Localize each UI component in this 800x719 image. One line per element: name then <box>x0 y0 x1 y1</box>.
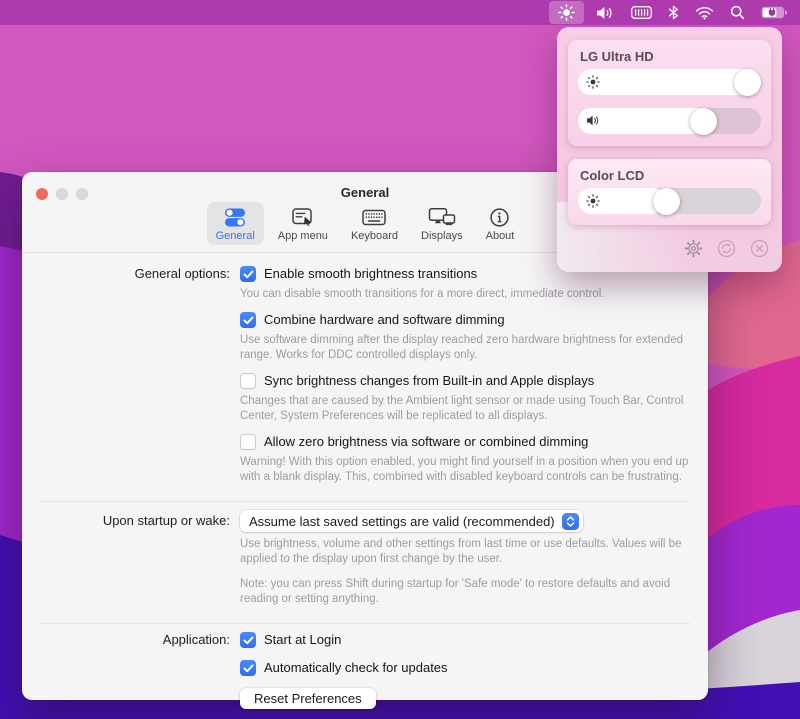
slider-knob[interactable] <box>690 108 717 135</box>
checkbox-row-zero-brightness: Allow zero brightness via software or co… <box>240 434 692 450</box>
display-card-lg-ultra-hd: LG Ultra HD <box>568 40 771 146</box>
divider <box>40 623 690 624</box>
checkbox[interactable] <box>240 373 256 389</box>
checkbox-label[interactable]: Start at Login <box>264 632 341 648</box>
option-description: Use software dimming after the display r… <box>240 333 692 363</box>
sun-icon <box>586 75 600 94</box>
slider-knob[interactable] <box>734 69 761 96</box>
settings-gear-icon[interactable] <box>684 239 703 263</box>
keyboard-backlight-icon[interactable] <box>631 6 652 19</box>
display-card-color-lcd: Color LCD <box>568 159 771 225</box>
checkbox[interactable] <box>240 434 256 450</box>
tab-displays[interactable]: Displays <box>412 202 472 245</box>
section-label-startup: Upon startup or wake: <box>22 510 240 617</box>
wifi-icon[interactable] <box>695 6 714 20</box>
option-description: Warning! With this option enabled, you m… <box>240 455 692 485</box>
zoom-button[interactable] <box>76 188 88 200</box>
startup-note: Note: you can press Shift during startup… <box>240 577 692 607</box>
displays-icon <box>428 206 456 229</box>
battery-charging-icon[interactable] <box>761 6 788 19</box>
option-description: Changes that are caused by the Ambient l… <box>240 394 692 424</box>
refresh-icon[interactable] <box>717 239 736 263</box>
sun-icon <box>586 194 600 213</box>
search-icon[interactable] <box>730 5 745 20</box>
speaker-icon <box>586 114 600 132</box>
divider <box>40 501 690 502</box>
volume-icon[interactable] <box>596 6 615 20</box>
tab-label: Keyboard <box>351 230 398 242</box>
brightness-popover: LG Ultra HD <box>557 27 782 272</box>
checkbox-label[interactable]: Allow zero brightness via software or co… <box>264 434 588 450</box>
tab-label: App menu <box>278 230 328 242</box>
tab-label: Displays <box>421 230 463 242</box>
traffic-lights <box>36 188 88 200</box>
settings-content: General options: Enable smooth brightnes… <box>22 253 708 709</box>
tab-app-menu[interactable]: App menu <box>269 202 337 245</box>
display-name: LG Ultra HD <box>568 40 771 64</box>
startup-dropdown[interactable]: Assume last saved settings are valid (re… <box>240 510 583 532</box>
app-menu-icon <box>291 206 315 229</box>
startup-description: Use brightness, volume and other setting… <box>240 537 692 567</box>
checkbox[interactable] <box>240 312 256 328</box>
checkbox-label[interactable]: Sync brightness changes from Built-in an… <box>264 373 594 389</box>
checkbox-row-combine-dimming: Combine hardware and software dimming <box>240 312 692 328</box>
stepper-icon <box>562 513 579 530</box>
checkbox-label[interactable]: Enable smooth brightness transitions <box>264 266 477 282</box>
reset-preferences-button[interactable]: Reset Preferences <box>240 688 376 709</box>
bluetooth-icon[interactable] <box>668 5 679 20</box>
section-label-general-options: General options: <box>22 266 240 495</box>
keyboard-icon <box>361 206 387 229</box>
slider-knob[interactable] <box>653 188 680 215</box>
display-brightness-icon[interactable] <box>549 1 584 24</box>
checkbox-label[interactable]: Automatically check for updates <box>264 660 448 676</box>
info-icon <box>489 206 510 229</box>
minimize-button[interactable] <box>56 188 68 200</box>
brightness-slider[interactable] <box>578 69 761 95</box>
tab-general[interactable]: General <box>207 202 264 245</box>
checkbox[interactable] <box>240 266 256 282</box>
toggles-icon <box>222 206 248 229</box>
brightness-slider[interactable] <box>578 188 761 214</box>
checkbox[interactable] <box>240 660 256 676</box>
tab-keyboard[interactable]: Keyboard <box>342 202 407 245</box>
checkbox-label[interactable]: Combine hardware and software dimming <box>264 312 505 328</box>
section-label-application: Application: <box>22 632 240 709</box>
close-button[interactable] <box>36 188 48 200</box>
checkbox-row-auto-updates: Automatically check for updates <box>240 660 692 676</box>
tab-label: About <box>486 230 515 242</box>
option-description: You can disable smooth transitions for a… <box>240 287 692 302</box>
tab-about[interactable]: About <box>477 202 524 245</box>
menu-bar <box>0 0 800 25</box>
volume-slider[interactable] <box>578 108 761 134</box>
dropdown-value: Assume last saved settings are valid (re… <box>249 514 555 529</box>
tab-label: General <box>216 230 255 242</box>
display-name: Color LCD <box>568 159 771 183</box>
checkbox-row-start-at-login: Start at Login <box>240 632 692 648</box>
quit-icon[interactable] <box>750 239 769 263</box>
popover-footer <box>684 239 769 263</box>
checkbox-row-sync-brightness: Sync brightness changes from Built-in an… <box>240 373 692 389</box>
checkbox[interactable] <box>240 632 256 648</box>
